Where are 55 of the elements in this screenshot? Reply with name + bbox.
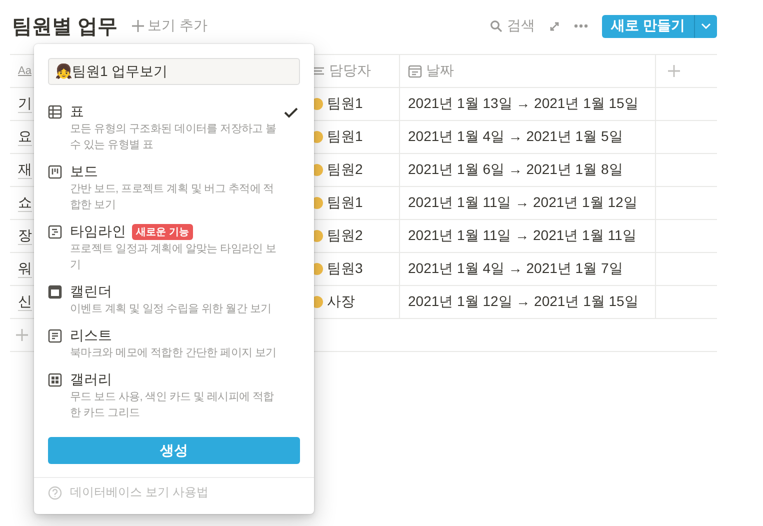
calendar-icon bbox=[48, 285, 62, 299]
view-type-option[interactable]: 갤러리 bbox=[70, 370, 112, 388]
list-icon bbox=[48, 329, 62, 343]
view-type-description: 간반 보드, 프로젝트 계획 및 버그 추적에 적합한 보기 bbox=[70, 182, 275, 213]
assignee-cell: 팀원2 bbox=[327, 161, 363, 179]
more-icon bbox=[574, 24, 588, 28]
date-cell: 2021년 1월 13일 → 2021년 1월 15일 bbox=[408, 95, 638, 113]
page-title-cell[interactable]: 신 bbox=[18, 293, 32, 311]
list-property-icon bbox=[313, 65, 325, 77]
search-icon bbox=[490, 20, 502, 32]
plus-icon bbox=[668, 65, 680, 77]
view-type-description: 이벤트 계획 및 일정 수립을 위한 월간 보기 bbox=[70, 302, 272, 317]
assignee-cell: 팀원2 bbox=[327, 227, 363, 245]
date-cell: 2021년 1월 4일 → 2021년 1월 5일 bbox=[408, 128, 623, 146]
gallery-icon bbox=[48, 373, 62, 387]
date-cell: 2021년 1월 11일 → 2021년 1월 12일 bbox=[408, 194, 638, 212]
date-cell: 2021년 1월 11일 → 2021년 1월 11일 bbox=[408, 227, 636, 245]
plus-icon bbox=[132, 20, 144, 32]
view-type-description: 무드 보드 사용, 색인 카드 및 레시피에 적합한 카드 그리드 bbox=[70, 390, 275, 421]
calendar-icon bbox=[408, 64, 422, 78]
view-type-option[interactable]: 리스트 bbox=[70, 326, 112, 344]
page-title-cell[interactable]: 기 bbox=[18, 95, 32, 113]
view-type-option[interactable]: 캘린더 bbox=[70, 282, 112, 300]
page-title-cell[interactable]: 재 bbox=[18, 161, 32, 179]
assignee-cell: 팀원3 bbox=[327, 260, 363, 278]
view-type-description: 프로젝트 일정과 계획에 알맞는 타임라인 보기 bbox=[70, 242, 278, 273]
timeline-icon bbox=[48, 225, 62, 239]
board-icon bbox=[48, 165, 62, 179]
chevron-down-icon bbox=[701, 23, 711, 29]
view-type-description: 모든 유형의 구조화된 데이터를 저장하고 볼 수 있는 유형별 표 bbox=[70, 122, 278, 153]
view-name-field[interactable]: 👧팀원1 업무보기 bbox=[48, 58, 300, 85]
plus-icon bbox=[16, 329, 28, 341]
page-title-cell[interactable]: 요 bbox=[18, 128, 32, 146]
expand-button[interactable] bbox=[549, 20, 560, 32]
view-type-option[interactable]: 타임라인 bbox=[70, 222, 126, 240]
view-type-option[interactable]: 표 bbox=[70, 102, 84, 120]
page-title-cell[interactable]: 워 bbox=[18, 260, 32, 278]
help-icon bbox=[48, 486, 62, 500]
text-property-icon: Aa bbox=[18, 65, 32, 77]
page-title: 팀원별 업무 bbox=[12, 14, 118, 40]
date-cell: 2021년 1월 4일 → 2021년 1월 7일 bbox=[408, 260, 623, 278]
assignee-cell: 사장 bbox=[327, 293, 355, 311]
assignee-cell: 팀원1 bbox=[327, 194, 363, 212]
table-icon bbox=[48, 105, 62, 119]
page-title-cell[interactable]: 장 bbox=[18, 227, 32, 245]
page-title-cell[interactable]: 쇼 bbox=[18, 194, 32, 212]
date-cell: 2021년 1월 12일 → 2021년 1월 15일 bbox=[408, 293, 638, 311]
date-cell: 2021년 1월 6일 → 2021년 1월 8일 bbox=[408, 161, 623, 179]
assignee-cell: 팀원1 bbox=[327, 95, 363, 113]
assignee-cell: 팀원1 bbox=[327, 128, 363, 146]
view-type-description: 북마크와 메모에 적합한 간단한 페이지 보기 bbox=[70, 346, 278, 361]
new-badge: 새로운 기능 bbox=[132, 224, 193, 240]
expand-icon bbox=[549, 20, 560, 32]
view-type-option[interactable]: 보드 bbox=[70, 162, 98, 180]
more-button[interactable] bbox=[574, 24, 588, 28]
